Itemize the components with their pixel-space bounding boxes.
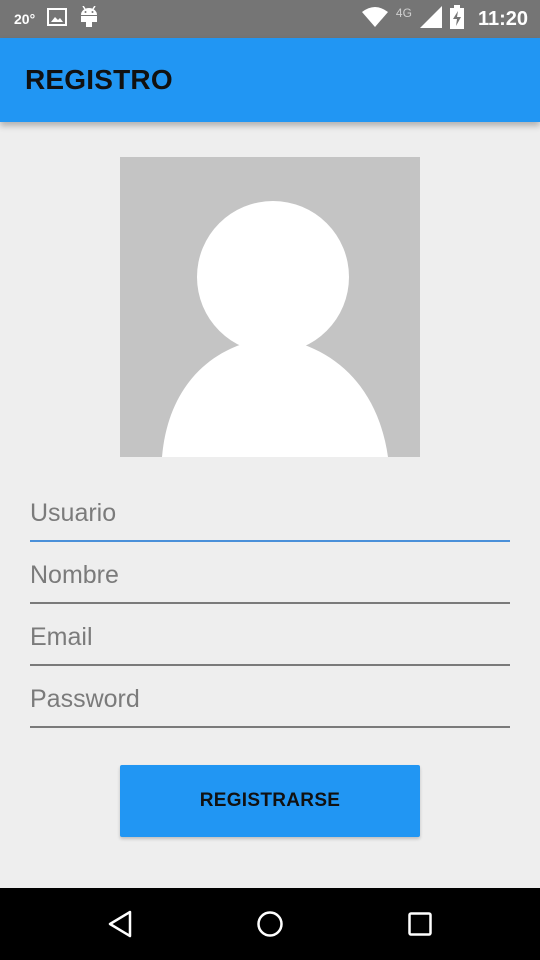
android-icon [79,5,99,33]
back-button[interactable] [80,888,160,960]
temperature-text: 20° [14,11,36,27]
email-field[interactable] [30,610,510,666]
recents-icon [408,912,432,936]
status-bar-left: 20° [14,0,99,38]
default-user-avatar-icon [162,201,388,457]
navigation-bar [0,888,540,960]
home-icon [257,911,283,937]
wifi-icon [361,6,388,32]
status-bar: 20° 4G 11:20 [0,0,540,38]
home-button[interactable] [230,888,310,960]
page-title: REGISTRO [25,64,173,95]
battery-charging-icon [449,4,464,34]
avatar[interactable] [120,157,420,457]
image-icon [47,7,68,31]
registrarse-button[interactable]: REGISTRARSE [120,765,420,837]
app-bar: REGISTRO [0,38,540,122]
status-bar-right: 4G 11:20 [361,0,528,38]
recents-button[interactable] [380,888,460,960]
password-field[interactable] [30,672,510,728]
back-icon [108,910,132,938]
clock-text: 11:20 [477,7,528,30]
network-type-text: 4G [395,6,412,20]
usuario-field[interactable] [30,486,510,542]
nombre-field[interactable] [30,548,510,604]
signal-icon [419,5,442,33]
